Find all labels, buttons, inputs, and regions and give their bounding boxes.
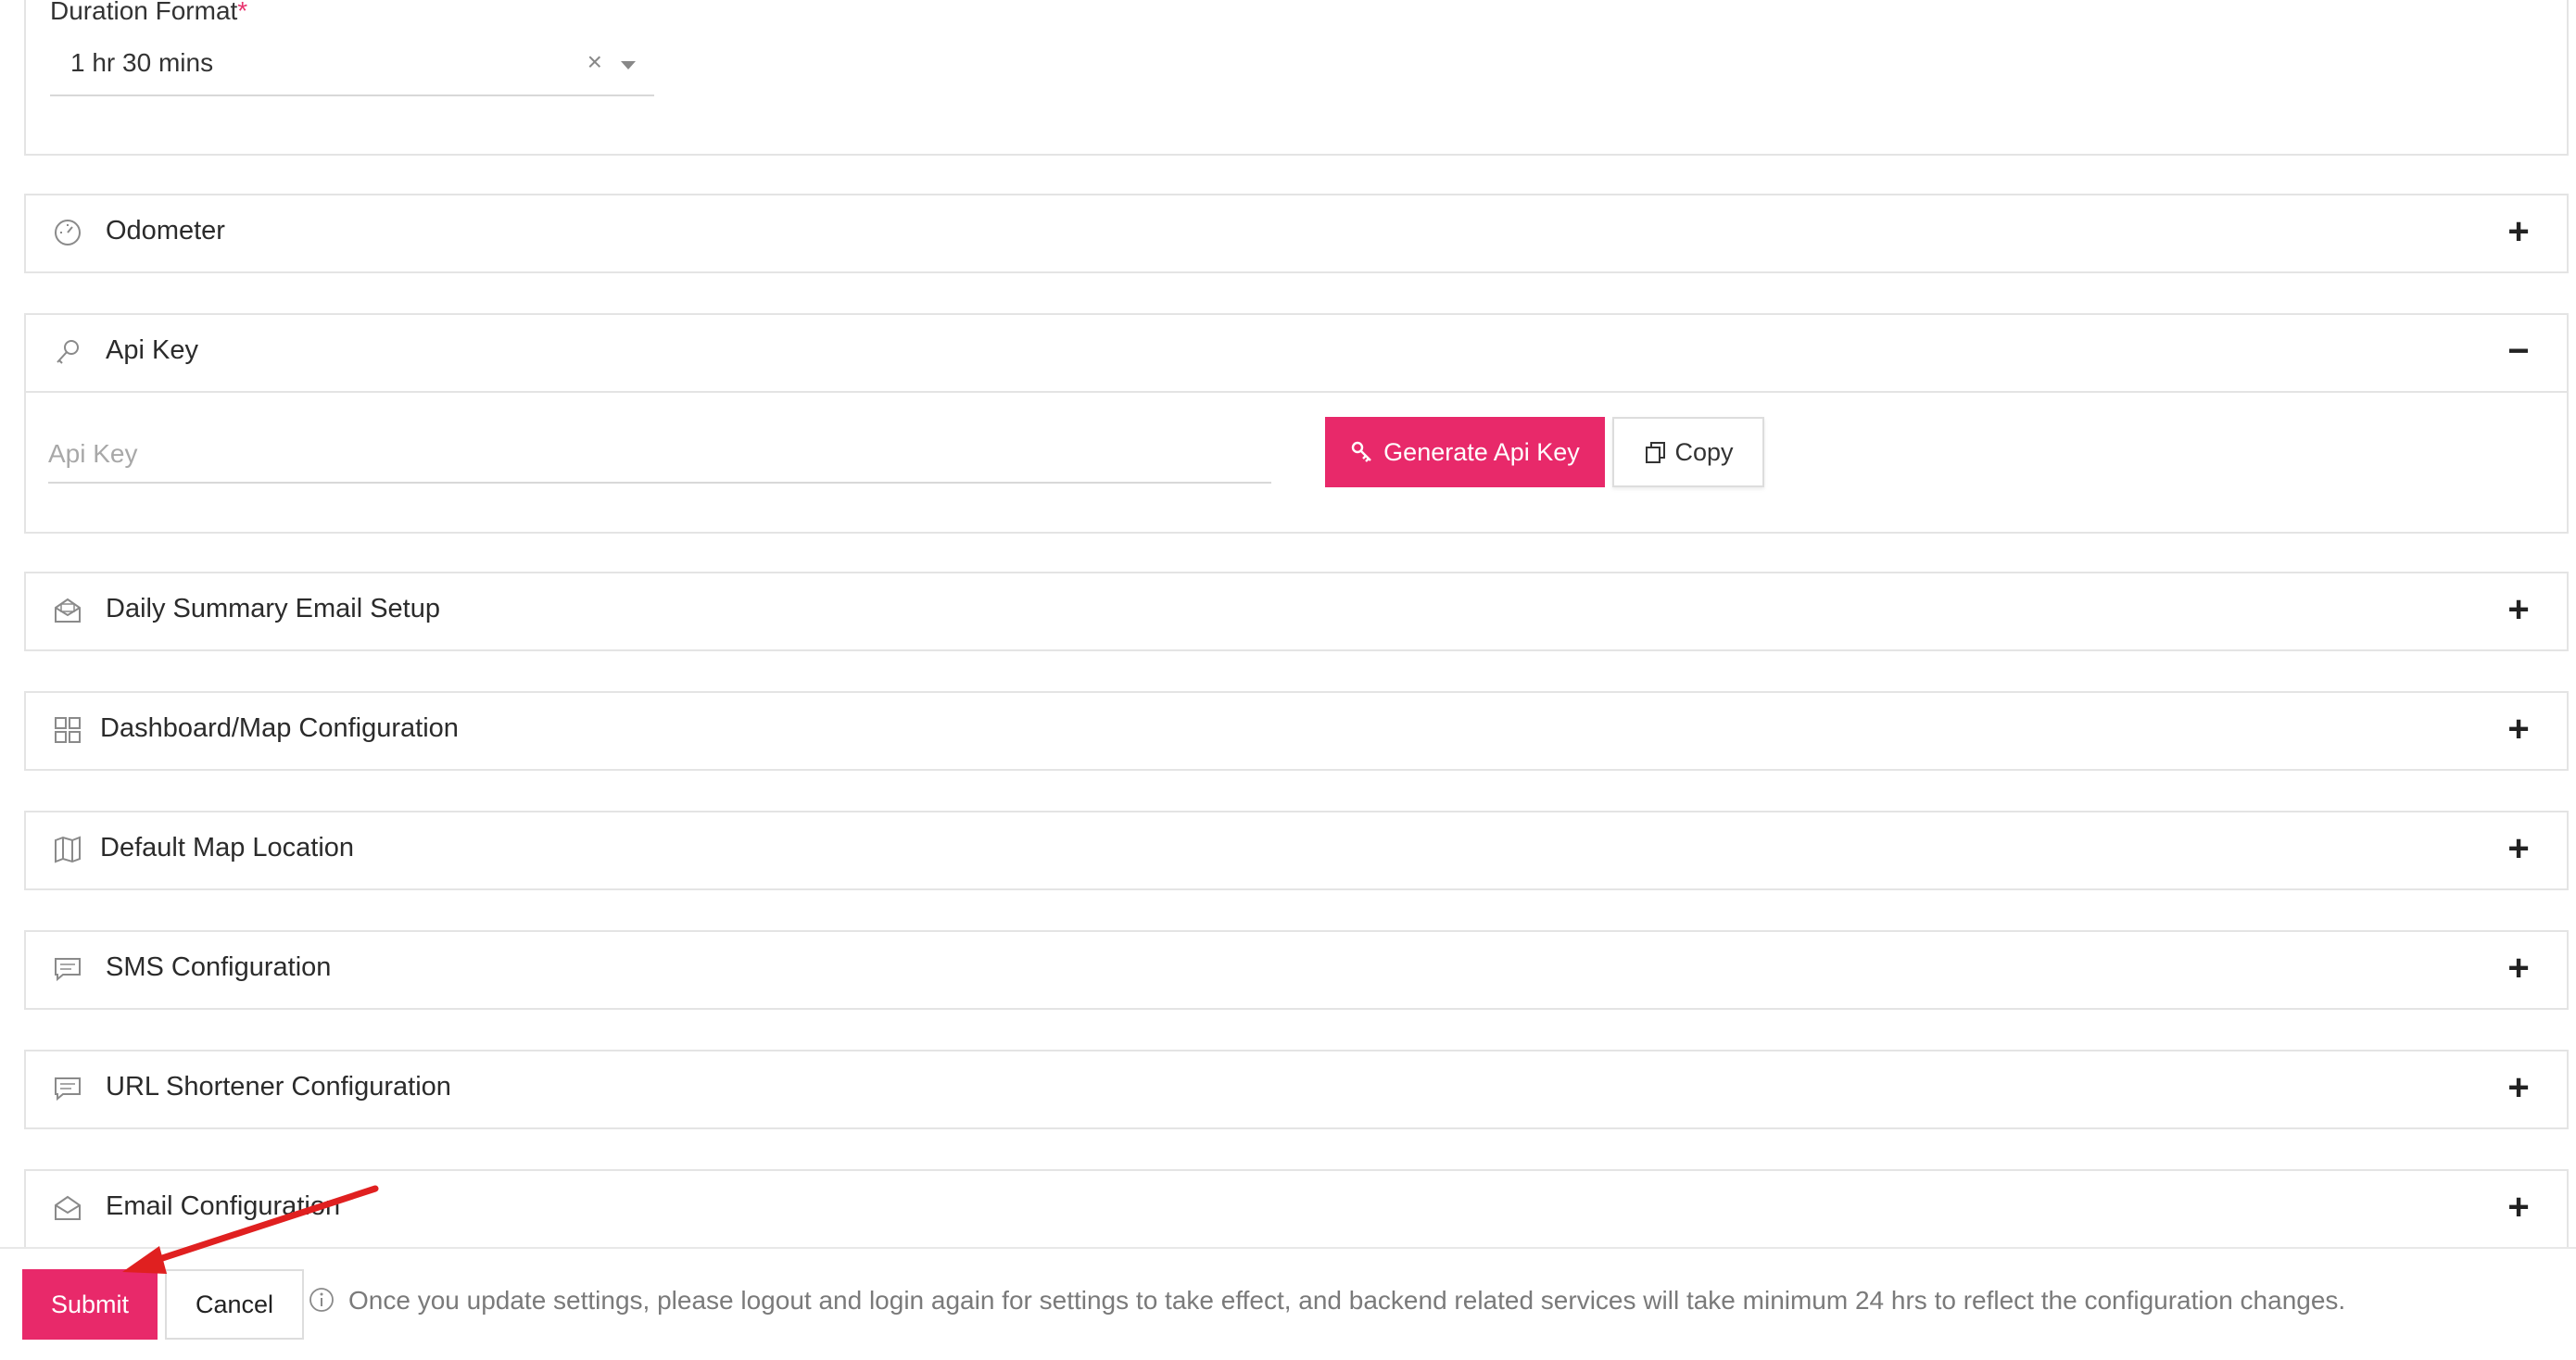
generate-api-key-label: Generate Api Key <box>1383 437 1580 466</box>
duration-format-section: Duration Format* 1 hr 30 mins × <box>24 0 2569 156</box>
expand-icon[interactable]: + <box>2500 950 2537 987</box>
panel-header[interactable]: Dashboard/Map Configuration + <box>26 693 2567 769</box>
key-icon <box>57 340 79 364</box>
message-icon <box>55 1077 81 1102</box>
panel-email-configuration[interactable]: Email Configuration + <box>24 1169 2569 1249</box>
settings-info-text: Once you update settings, please logout … <box>348 1286 2346 1315</box>
copy-label: Copy <box>1674 437 1734 466</box>
expand-icon[interactable]: + <box>2500 591 2537 628</box>
api-key-input[interactable] <box>48 426 1271 484</box>
speedometer-icon <box>55 220 81 246</box>
expand-icon[interactable]: + <box>2500 213 2537 250</box>
map-icon <box>55 836 81 863</box>
panel-header[interactable]: Daily Summary Email Setup + <box>26 573 2567 649</box>
panel-title: Api Key <box>106 335 198 365</box>
envelope-open-icon <box>55 1195 81 1220</box>
panel-sms-configuration[interactable]: SMS Configuration + <box>24 930 2569 1010</box>
expand-icon[interactable]: + <box>2500 1189 2537 1226</box>
envelope-open-icon <box>55 598 81 623</box>
panel-daily-summary-email[interactable]: Daily Summary Email Setup + <box>24 572 2569 651</box>
cancel-button[interactable]: Cancel <box>165 1269 304 1340</box>
duration-format-value: 1 hr 30 mins <box>70 48 214 77</box>
expand-icon[interactable]: + <box>2500 1069 2537 1106</box>
grid-icon <box>55 717 81 743</box>
collapse-icon[interactable]: − <box>2500 333 2537 370</box>
panel-title: Default Map Location <box>100 833 355 863</box>
caret-down-icon[interactable] <box>621 61 636 69</box>
info-icon <box>309 1288 334 1312</box>
panel-title: Daily Summary Email Setup <box>106 594 440 623</box>
clear-icon[interactable]: × <box>587 47 602 77</box>
panel-title: Odometer <box>106 216 225 246</box>
panel-header[interactable]: SMS Configuration + <box>26 932 2567 1008</box>
expand-icon[interactable]: + <box>2500 711 2537 748</box>
expand-icon[interactable]: + <box>2500 830 2537 867</box>
panel-title: SMS Configuration <box>106 952 332 982</box>
panel-url-shortener-configuration[interactable]: URL Shortener Configuration + <box>24 1050 2569 1129</box>
panel-title: Email Configuration <box>106 1191 341 1221</box>
duration-format-select[interactable]: 1 hr 30 mins × <box>50 39 654 96</box>
panel-header[interactable]: Default Map Location + <box>26 812 2567 888</box>
panel-title: URL Shortener Configuration <box>106 1072 451 1102</box>
panel-api-key: Api Key − Generate Api Key Copy <box>24 313 2569 534</box>
panel-header[interactable]: Api Key − <box>26 315 2567 393</box>
copy-button[interactable]: Copy <box>1612 417 1764 487</box>
copy-icon <box>1646 442 1666 463</box>
panel-header[interactable]: Email Configuration + <box>26 1171 2567 1247</box>
panel-odometer[interactable]: Odometer + <box>24 194 2569 273</box>
key-icon <box>1351 441 1372 462</box>
generate-api-key-button[interactable]: Generate Api Key <box>1325 417 1605 487</box>
panel-header[interactable]: URL Shortener Configuration + <box>26 1051 2567 1127</box>
form-footer: Submit Cancel Once you update settings, … <box>0 1247 2576 1360</box>
message-icon <box>55 958 81 982</box>
panel-title: Dashboard/Map Configuration <box>100 713 459 743</box>
required-marker: * <box>237 0 248 25</box>
panel-default-map-location[interactable]: Default Map Location + <box>24 811 2569 890</box>
submit-button[interactable]: Submit <box>22 1269 158 1340</box>
panel-header[interactable]: Odometer + <box>26 195 2567 271</box>
panel-dashboard-map-configuration[interactable]: Dashboard/Map Configuration + <box>24 691 2569 771</box>
duration-format-label: Duration Format* <box>50 0 247 26</box>
